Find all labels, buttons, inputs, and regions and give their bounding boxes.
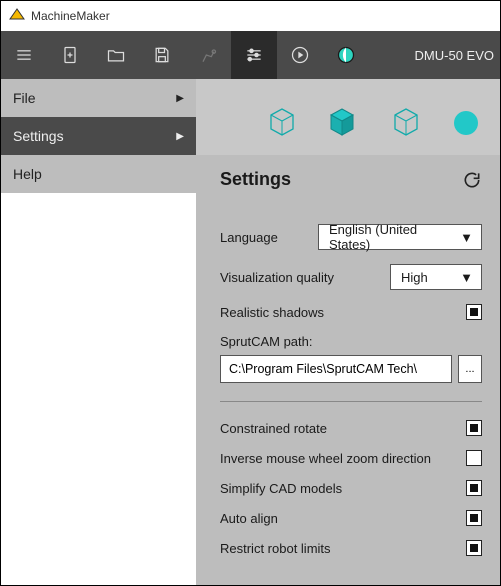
separator (220, 401, 482, 402)
language-label: Language (220, 230, 278, 245)
menu-item-label: Help (13, 166, 42, 182)
open-folder-button[interactable] (93, 31, 139, 79)
main-toolbar: DMU-50 EVO (1, 31, 500, 79)
main-menu-dropdown: File ▶ Settings ▶ Help (1, 79, 196, 193)
inverse-wheel-checkbox[interactable] (466, 450, 482, 466)
vis-quality-label: Visualization quality (220, 270, 334, 285)
realistic-shadows-label: Realistic shadows (220, 305, 324, 320)
save-button[interactable] (139, 31, 185, 79)
simplify-cad-label: Simplify CAD models (220, 481, 342, 496)
language-value: English (United States) (329, 222, 450, 252)
refresh-button[interactable] (462, 170, 482, 190)
settings-sliders-button[interactable] (231, 31, 277, 79)
caret-down-icon: ▼ (460, 270, 473, 285)
app-title: MachineMaker (31, 9, 110, 23)
play-button[interactable] (277, 31, 323, 79)
menu-item-file[interactable]: File ▶ (1, 79, 196, 117)
restrict-robot-label: Restrict robot limits (220, 541, 331, 556)
title-bar: MachineMaker (1, 1, 500, 31)
constrained-rotate-checkbox[interactable] (466, 420, 482, 436)
submenu-arrow-icon: ▶ (176, 93, 184, 104)
sprutcam-path-label: SprutCAM path: (220, 334, 482, 349)
menu-item-label: File (13, 90, 36, 106)
hamburger-menu-button[interactable] (1, 31, 47, 79)
menu-item-help[interactable]: Help (1, 155, 196, 193)
auto-align-checkbox[interactable] (466, 510, 482, 526)
submenu-arrow-icon: ▶ (176, 131, 184, 142)
project-name: DMU-50 EVO (415, 48, 500, 63)
browse-button[interactable]: ... (458, 355, 482, 383)
auto-align-label: Auto align (220, 511, 278, 526)
robot-button[interactable] (185, 31, 231, 79)
menu-item-label: Settings (13, 128, 64, 144)
language-select[interactable]: English (United States) ▼ (318, 224, 482, 250)
vis-quality-value: High (401, 270, 428, 285)
simplify-cad-checkbox[interactable] (466, 480, 482, 496)
globe-button[interactable] (323, 31, 369, 79)
primitive-cube-solid-icon (325, 103, 359, 137)
caret-down-icon: ▼ (460, 230, 473, 245)
sprutcam-path-input[interactable] (220, 355, 452, 383)
restrict-robot-checkbox[interactable] (466, 540, 482, 556)
primitive-sphere-icon (449, 103, 483, 137)
panel-title: Settings (220, 169, 291, 190)
realistic-shadows-checkbox[interactable] (466, 304, 482, 320)
new-file-button[interactable] (47, 31, 93, 79)
vis-quality-select[interactable]: High ▼ (390, 264, 482, 290)
settings-panel: Settings Language English (United States… (196, 155, 500, 585)
menu-item-settings[interactable]: Settings ▶ (1, 117, 196, 155)
primitive-cube-wire-icon (389, 103, 423, 137)
inverse-wheel-label: Inverse mouse wheel zoom direction (220, 451, 431, 466)
app-logo-icon (9, 6, 25, 27)
constrained-rotate-label: Constrained rotate (220, 421, 327, 436)
primitive-cube-icon (265, 103, 299, 137)
